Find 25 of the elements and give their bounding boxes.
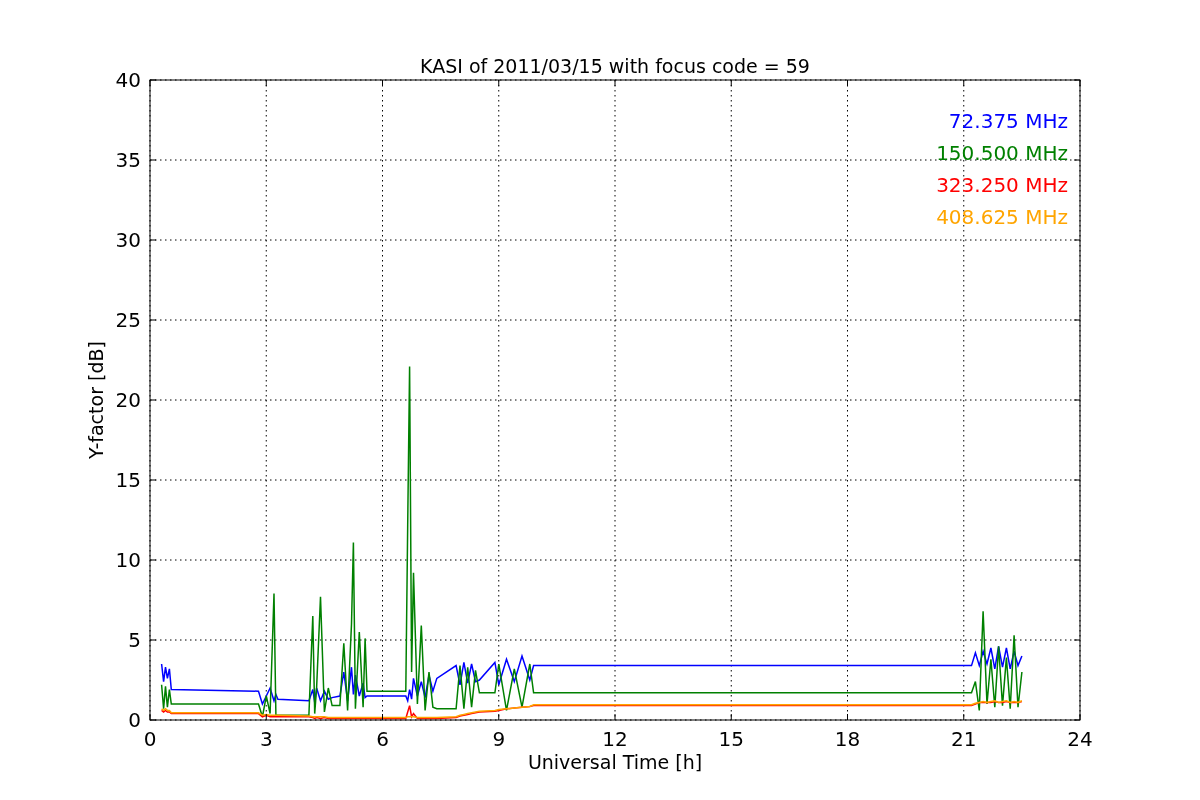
legend-label: 408.625 MHz — [936, 205, 1068, 229]
legend-label: 72.375 MHz — [948, 109, 1068, 133]
y-tick-label: 5 — [128, 628, 141, 652]
y-tick-label: 25 — [115, 308, 141, 332]
x-tick-label: 0 — [143, 727, 157, 751]
legend-label: 150.500 MHz — [936, 141, 1068, 165]
y-tick-label: 10 — [115, 548, 141, 572]
x-tick-label: 6 — [376, 727, 389, 751]
legend-label: 323.250 MHz — [936, 173, 1068, 197]
x-tick-label: 12 — [602, 727, 628, 751]
chart-title: KASI of 2011/03/15 with focus code = 59 — [420, 55, 810, 77]
y-axis-label: Y-factor [dB] — [85, 341, 107, 459]
y-tick-label: 30 — [115, 228, 141, 252]
y-tick-label: 20 — [115, 388, 141, 412]
x-tick-label: 15 — [718, 727, 744, 751]
x-tick-label: 24 — [1067, 727, 1093, 751]
x-tick-label: 3 — [259, 727, 273, 751]
y-tick-label: 0 — [128, 708, 141, 732]
x-tick-label: 21 — [951, 727, 977, 751]
y-tick-label: 35 — [115, 148, 141, 172]
y-tick-label: 15 — [115, 468, 141, 492]
y-tick-label: 40 — [115, 68, 141, 92]
x-axis-label: Universal Time [h] — [527, 751, 703, 773]
x-tick-label: 18 — [834, 727, 861, 751]
x-tick-label: 9 — [492, 727, 506, 751]
